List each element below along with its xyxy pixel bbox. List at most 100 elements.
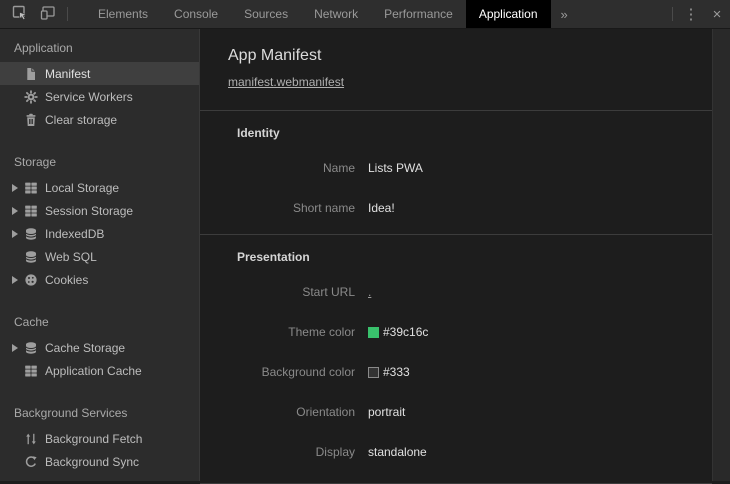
vertical-scrollbar[interactable] [712, 29, 730, 481]
device-toolbar-button[interactable] [34, 0, 62, 28]
sidebar-item-cookies[interactable]: Cookies [0, 268, 199, 291]
cookie-icon [24, 273, 38, 287]
field-value: #39c16c [368, 325, 428, 339]
document-icon [24, 67, 38, 81]
disclosure-arrow-icon[interactable] [12, 184, 24, 192]
inspect-element-button[interactable] [6, 0, 34, 28]
field-row-display: Display standalone [200, 432, 712, 472]
manifest-sections: Identity Name Lists PWA Short name Idea!… [200, 110, 712, 484]
toolbar-separator [67, 7, 68, 21]
database-icon [24, 341, 38, 355]
field-row-orientation: Orientation portrait [200, 392, 712, 432]
field-value: #333 [368, 365, 410, 379]
sidebar-item-service-workers[interactable]: Service Workers [0, 85, 199, 108]
toolbar-spacer [578, 0, 667, 28]
field-value-text: #333 [383, 365, 410, 379]
sidebar-item-label: Cache Storage [45, 341, 125, 355]
tab-elements[interactable]: Elements [85, 0, 161, 28]
inspect-cursor-icon [12, 5, 28, 24]
section-rows: Name Lists PWA Short name Idea! [200, 148, 712, 228]
manifest-section-identity: Identity Name Lists PWA Short name Idea! [200, 110, 712, 228]
field-row-short-name: Short name Idea! [200, 188, 712, 228]
field-value: Lists PWA [368, 161, 423, 175]
toolbar-separator-right [672, 7, 673, 21]
sidebar-item-local-storage[interactable]: Local Storage [0, 176, 199, 199]
field-value: Idea! [368, 201, 395, 215]
sidebar-item-application-cache[interactable]: Application Cache [0, 359, 199, 382]
field-label: Start URL [200, 285, 355, 299]
table-icon [24, 204, 38, 218]
sidebar-item-label: Service Workers [45, 90, 133, 104]
section-title: Presentation [200, 235, 712, 272]
field-row-background-color: Background color #333 [200, 352, 712, 392]
database-icon [24, 227, 38, 241]
more-tabs-button[interactable]: » [551, 0, 578, 28]
trash-icon [24, 113, 38, 127]
field-value-text[interactable]: . [368, 285, 371, 299]
field-label: Background color [200, 365, 355, 379]
field-label: Short name [200, 201, 355, 215]
sidebar-item-list: Manifest Service Workers Clear storage [0, 62, 199, 131]
sidebar-item-session-storage[interactable]: Session Storage [0, 199, 199, 222]
field-value-text: standalone [368, 445, 427, 459]
page-title: App Manifest [200, 29, 712, 66]
table-icon [24, 181, 38, 195]
field-row-theme-color: Theme color #39c16c [200, 312, 712, 352]
sidebar-section-title: Background Services [0, 400, 199, 427]
sidebar-item-manifest[interactable]: Manifest [0, 62, 199, 85]
sidebar-item-background-fetch[interactable]: Background Fetch [0, 427, 199, 450]
sidebar-section-background-services: Background Services Background Fetch Bac… [0, 400, 199, 473]
sidebar-item-cache-storage[interactable]: Cache Storage [0, 336, 199, 359]
tab-application[interactable]: Application [466, 0, 551, 28]
color-swatch [368, 367, 379, 378]
manifest-file-link[interactable]: manifest.webmanifest [228, 75, 344, 89]
disclosure-arrow-icon[interactable] [12, 207, 24, 215]
sidebar-section-title: Storage [0, 149, 199, 176]
field-value-text: Lists PWA [368, 161, 423, 175]
field-value-text: #39c16c [383, 325, 428, 339]
section-rows: Start URL . Theme color #39c16c Backgrou… [200, 272, 712, 472]
tab-network[interactable]: Network [301, 0, 371, 28]
sidebar-section-cache: Cache Cache Storage Application Cache [0, 309, 199, 382]
sidebar-item-indexeddb[interactable]: IndexedDB [0, 222, 199, 245]
close-icon[interactable]: × [704, 0, 730, 28]
sidebar-item-label: Background Sync [45, 455, 139, 469]
manifest-link-row: manifest.webmanifest [200, 66, 712, 104]
field-label: Display [200, 445, 355, 459]
sidebar-item-label: Background Fetch [45, 432, 142, 446]
sidebar-item-background-sync[interactable]: Background Sync [0, 450, 199, 473]
field-value-text: portrait [368, 405, 405, 419]
database-icon [24, 250, 38, 264]
field-label: Orientation [200, 405, 355, 419]
sidebar-item-label: Application Cache [45, 364, 142, 378]
app-manifest-content: App Manifest manifest.webmanifest Identi… [200, 29, 712, 484]
tab-performance[interactable]: Performance [371, 0, 466, 28]
sidebar-section-title: Application [0, 35, 199, 62]
sidebar-item-label: Clear storage [45, 113, 117, 127]
application-sidebar: Application Manifest Service Workers Cle… [0, 29, 200, 481]
sync-icon [24, 455, 38, 469]
disclosure-arrow-icon[interactable] [12, 276, 24, 284]
gear-icon [24, 90, 38, 104]
color-swatch [368, 327, 379, 338]
sidebar-item-list: Local Storage Session Storage IndexedDB … [0, 176, 199, 291]
disclosure-arrow-icon[interactable] [12, 230, 24, 238]
sidebar-item-list: Cache Storage Application Cache [0, 336, 199, 382]
kebab-menu-icon[interactable]: ⋮ [678, 0, 704, 28]
sidebar-item-web-sql[interactable]: Web SQL [0, 245, 199, 268]
field-value: portrait [368, 405, 405, 419]
sidebar-item-label: Manifest [45, 67, 90, 81]
field-value-text: Idea! [368, 201, 395, 215]
fetch-icon [24, 432, 38, 446]
panel-tabs: ElementsConsoleSourcesNetworkPerformance… [85, 0, 551, 28]
sidebar-item-clear-storage[interactable]: Clear storage [0, 108, 199, 131]
disclosure-arrow-icon[interactable] [12, 344, 24, 352]
manifest-section-presentation: Presentation Start URL . Theme color #39… [200, 234, 712, 472]
sidebar-item-label: IndexedDB [45, 227, 104, 241]
sidebar-item-label: Session Storage [45, 204, 133, 218]
sidebar-item-label: Web SQL [45, 250, 97, 264]
table-icon [24, 364, 38, 378]
field-row-start-url: Start URL . [200, 272, 712, 312]
tab-console[interactable]: Console [161, 0, 231, 28]
tab-sources[interactable]: Sources [231, 0, 301, 28]
